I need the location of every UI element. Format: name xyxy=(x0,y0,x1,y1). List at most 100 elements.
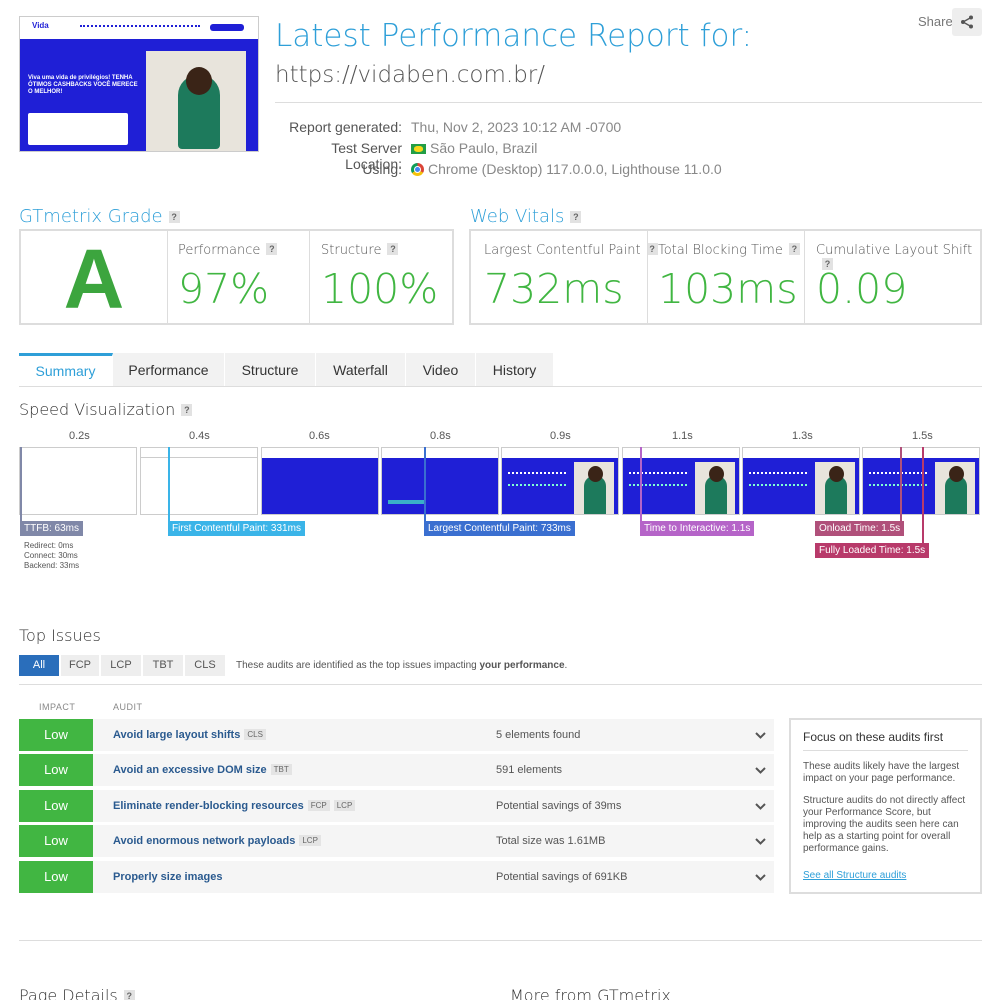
tab-structure[interactable]: Structure xyxy=(225,353,316,387)
audit-title: Avoid large layout shifts xyxy=(113,729,241,741)
impact-badge: Low xyxy=(19,754,93,786)
filter-cls[interactable]: CLS xyxy=(185,655,225,676)
fcp-marker-line xyxy=(168,447,170,521)
using-value: Chrome (Desktop) 117.0.0.0, Lighthouse 1… xyxy=(428,161,722,177)
audit-title: Properly size images xyxy=(113,871,223,883)
expand-row-button[interactable] xyxy=(746,719,774,751)
help-icon[interactable]: ? xyxy=(570,211,582,223)
timeline-tick: 0.8s xyxy=(430,430,451,442)
help-icon[interactable]: ? xyxy=(646,243,658,255)
ttfb-redirect: Redirect: 0ms xyxy=(24,541,74,550)
help-icon[interactable]: ? xyxy=(181,404,193,416)
filmstrip-frame[interactable] xyxy=(140,447,258,515)
test-server-value: São Paulo, Brazil xyxy=(430,140,538,156)
audit-title-row: Avoid enormous network payloads LCP xyxy=(113,835,321,847)
issue-row[interactable]: Low Avoid an excessive DOM size TBT 591 e… xyxy=(19,754,774,786)
tab-history[interactable]: History xyxy=(476,353,554,387)
ttfb-connect: Connect: 30ms xyxy=(24,551,78,560)
issue-row[interactable]: Low Properly size images Potential savin… xyxy=(19,861,774,893)
filter-fcp[interactable]: FCP xyxy=(61,655,99,676)
filmstrip-frame[interactable] xyxy=(261,447,379,515)
timeline-tick: 1.3s xyxy=(792,430,813,442)
lcp-value: 732ms xyxy=(484,265,624,313)
chrome-icon xyxy=(411,163,424,176)
frame-nav xyxy=(863,448,979,458)
performance-label: Performance? xyxy=(178,243,278,258)
filmstrip-frame[interactable] xyxy=(19,447,137,515)
issue-row[interactable]: Low Eliminate render-blocking resources F… xyxy=(19,790,774,822)
help-icon[interactable]: ? xyxy=(123,990,135,1000)
focus-panel-text: These audits likely have the largest imp… xyxy=(803,761,960,784)
help-icon[interactable]: ? xyxy=(168,211,180,223)
thumbnail-logo: Vida xyxy=(32,21,49,30)
tab-video[interactable]: Video xyxy=(406,353,476,387)
frame-nav xyxy=(141,448,257,458)
page-screenshot-thumbnail: Vida Viva uma vida de privilégios! TENHA… xyxy=(19,16,259,152)
report-generated-value: Thu, Nov 2, 2023 10:12 AM -0700 xyxy=(411,119,622,135)
frame-head xyxy=(588,466,603,482)
onload-marker-label: Onload Time: 1.5s xyxy=(815,521,905,536)
expand-row-button[interactable] xyxy=(746,790,774,822)
filmstrip-frame[interactable] xyxy=(381,447,499,515)
grade-letter-cell: A xyxy=(21,231,167,326)
vitals-divider xyxy=(804,231,805,323)
share-button[interactable] xyxy=(952,8,982,36)
filter-note: These audits are identified as the top i… xyxy=(236,660,567,671)
issue-row[interactable]: Low Avoid enormous network payloads LCP T… xyxy=(19,825,774,857)
performance-label-text: Performance xyxy=(178,243,261,258)
impact-badge: Low xyxy=(19,790,93,822)
column-header-audit: AUDIT xyxy=(113,702,143,712)
thumbnail-hero-text: Viva uma vida de privilégios! TENHA ÓTIM… xyxy=(28,75,138,95)
expand-row-button[interactable] xyxy=(746,825,774,857)
page-details-title: Page Details? xyxy=(19,986,135,1000)
issue-row[interactable]: Low Avoid large layout shifts CLS 5 eleme… xyxy=(19,719,774,751)
gtmetrix-grade-title-text: GTmetrix Grade xyxy=(19,206,163,227)
lcp-marker-line xyxy=(424,447,426,521)
tti-marker-line xyxy=(640,447,642,521)
audit-detail: Potential savings of 39ms xyxy=(496,800,622,812)
audit-title-row: Eliminate render-blocking resources FCP LC… xyxy=(113,800,356,812)
ttfb-marker-label: TTFB: 63ms xyxy=(20,521,84,536)
expand-row-button[interactable] xyxy=(746,754,774,786)
thumbnail-person-head xyxy=(186,67,212,95)
grade-letter: A xyxy=(63,232,125,326)
tabs-divider xyxy=(19,386,982,387)
share-label[interactable]: Share xyxy=(918,14,953,29)
filmstrip-frame[interactable] xyxy=(501,447,619,515)
audit-tag: TBT xyxy=(270,764,292,775)
timeline-tick: 1.1s xyxy=(672,430,693,442)
speed-visualization-title-text: Speed Visualization xyxy=(19,400,176,419)
expand-row-button[interactable] xyxy=(746,861,774,893)
audit-detail: Total size was 1.61MB xyxy=(496,835,606,847)
tbt-label-text: Total Blocking Time xyxy=(658,243,783,258)
filmstrip-frame[interactable] xyxy=(862,447,980,515)
focus-audits-panel: Focus on these audits first These audits… xyxy=(789,718,982,894)
gtmetrix-grade-title: GTmetrix Grade? xyxy=(19,206,180,227)
web-vitals-title: Web Vitals? xyxy=(470,206,582,227)
page-details-title-text: Page Details xyxy=(19,986,118,1000)
filter-all[interactable]: All xyxy=(19,655,59,676)
tab-waterfall[interactable]: Waterfall xyxy=(316,353,406,387)
timeline-tick: 0.4s xyxy=(189,430,210,442)
filmstrip-frame[interactable] xyxy=(742,447,860,515)
filter-tbt[interactable]: TBT xyxy=(143,655,183,676)
tbt-label: Total Blocking Time? xyxy=(658,243,800,258)
fully-loaded-marker-line xyxy=(922,447,924,543)
lcp-marker-label: Largest Contentful Paint: 733ms xyxy=(424,521,575,536)
see-all-structure-audits-link[interactable]: See all Structure audits xyxy=(803,870,906,881)
frame-text xyxy=(869,472,927,486)
audit-title: Avoid an excessive DOM size xyxy=(113,764,267,776)
help-icon[interactable]: ? xyxy=(387,243,399,255)
audit-tag: FCP xyxy=(307,800,330,811)
tab-summary[interactable]: Summary xyxy=(19,353,113,387)
cls-label-text: Cumulative Layout Shift xyxy=(816,243,973,258)
report-title: Latest Performance Report for: xyxy=(275,18,753,54)
help-icon[interactable]: ? xyxy=(788,243,800,255)
help-icon[interactable]: ? xyxy=(266,243,278,255)
timeline-tick: 1.5s xyxy=(912,430,933,442)
tab-performance[interactable]: Performance xyxy=(113,353,225,387)
speed-visualization-title: Speed Visualization? xyxy=(19,400,193,419)
filter-lcp[interactable]: LCP xyxy=(101,655,141,676)
focus-panel-title: Focus on these audits first xyxy=(803,730,968,751)
lcp-label: Largest Contentful Paint? xyxy=(484,243,658,258)
